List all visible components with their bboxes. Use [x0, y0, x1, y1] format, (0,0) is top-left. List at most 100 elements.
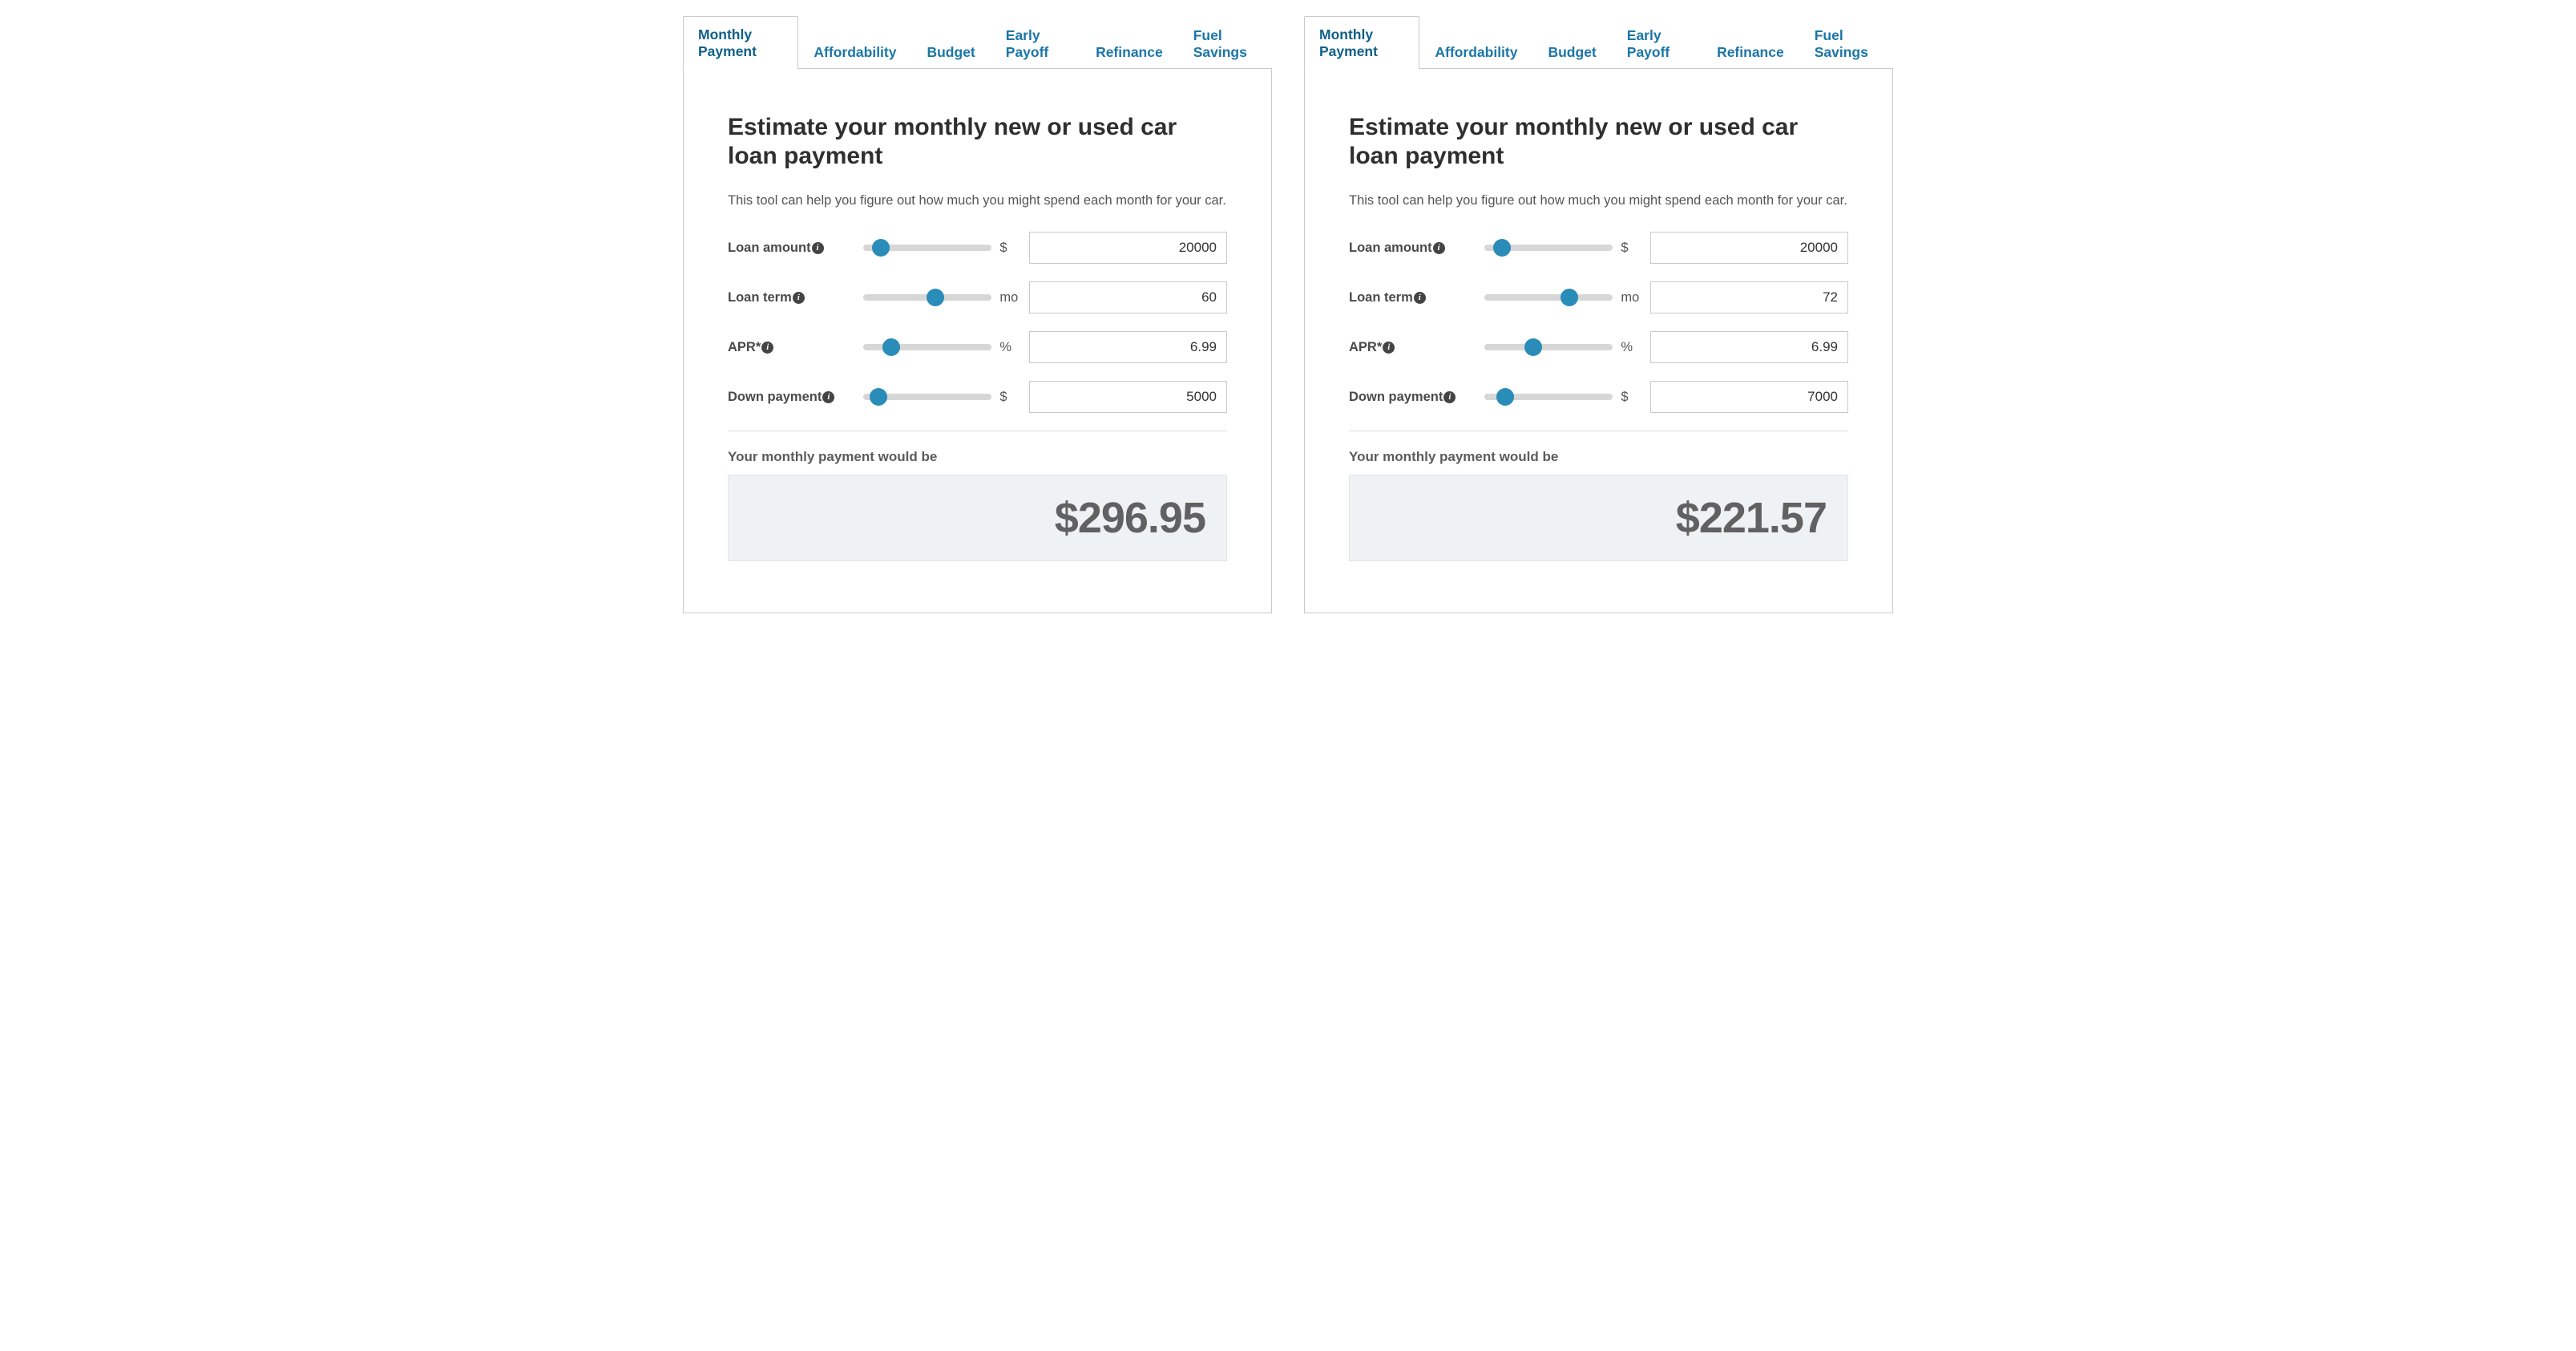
field-label-text: Loan amount: [728, 241, 811, 256]
page-title: Estimate your monthly new or used car lo…: [1349, 113, 1848, 171]
tab-monthly-payment[interactable]: Monthly Payment: [1304, 16, 1419, 69]
slider-thumb[interactable]: [870, 388, 887, 406]
calculator-panel: Monthly PaymentAffordabilityBudgetEarly …: [683, 16, 1272, 613]
slider-wrap: [863, 245, 995, 251]
field-label: Loan termi: [728, 290, 863, 305]
page-subtitle: This tool can help you figure out how mu…: [1349, 192, 1848, 209]
info-icon[interactable]: i: [793, 292, 805, 304]
slider-thumb[interactable]: [1561, 289, 1578, 306]
tab-budget[interactable]: Budget: [1532, 34, 1611, 69]
field-label-text: APR*: [728, 340, 761, 355]
slider-thumb[interactable]: [1493, 239, 1511, 257]
info-icon[interactable]: i: [822, 391, 834, 403]
calculator-panel: Monthly PaymentAffordabilityBudgetEarly …: [1304, 16, 1893, 613]
tab-refinance[interactable]: Refinance: [1080, 34, 1178, 69]
result-label: Your monthly payment would be: [1349, 449, 1848, 465]
info-icon[interactable]: i: [1414, 292, 1426, 304]
field-row: APR*i%: [728, 331, 1227, 363]
slider-thumb[interactable]: [872, 239, 890, 257]
info-icon[interactable]: i: [1433, 242, 1445, 254]
field-label-text: Down payment: [1349, 390, 1443, 405]
calculator-card: Estimate your monthly new or used car lo…: [1304, 68, 1893, 613]
slider-wrap: [863, 294, 995, 301]
field-row: Down paymenti $: [728, 381, 1227, 413]
tab-budget[interactable]: Budget: [911, 34, 990, 69]
result-value: $221.57: [1371, 493, 1827, 543]
tabs-bar: Monthly PaymentAffordabilityBudgetEarly …: [683, 16, 1272, 68]
field-label: APR*i: [1349, 340, 1484, 355]
tab-early-payoff[interactable]: Early Payoff: [991, 17, 1080, 69]
slider-wrap: [1484, 344, 1616, 350]
field-unit: $: [1616, 390, 1650, 405]
field-unit: mo: [1616, 290, 1650, 305]
slider-track[interactable]: [1484, 344, 1613, 350]
field-unit: $: [1616, 241, 1650, 256]
slider-track[interactable]: [1484, 394, 1613, 400]
field-label: Loan termi: [1349, 290, 1484, 305]
field-label: Loan amounti: [728, 241, 863, 256]
field-unit: %: [1616, 340, 1650, 355]
field-label: Down paymenti: [1349, 390, 1484, 405]
field-unit: $: [995, 241, 1029, 256]
field-label-text: Loan amount: [1349, 241, 1432, 256]
field-label: Down paymenti: [728, 390, 863, 405]
page-subtitle: This tool can help you figure out how mu…: [728, 192, 1227, 209]
calculator-card: Estimate your monthly new or used car lo…: [683, 68, 1272, 613]
page-title: Estimate your monthly new or used car lo…: [728, 113, 1227, 171]
field-input[interactable]: [1650, 381, 1848, 413]
result-box: $221.57: [1349, 475, 1848, 561]
slider-thumb[interactable]: [882, 338, 900, 356]
field-label: Loan amounti: [1349, 241, 1484, 256]
tab-monthly-payment[interactable]: Monthly Payment: [683, 16, 798, 69]
slider-track[interactable]: [863, 294, 991, 301]
field-row: Down paymenti $: [1349, 381, 1848, 413]
tab-refinance[interactable]: Refinance: [1702, 34, 1799, 69]
field-label-text: Loan term: [1349, 290, 1413, 305]
slider-wrap: [1484, 294, 1616, 301]
field-label-text: Loan term: [728, 290, 792, 305]
tab-fuel-savings[interactable]: Fuel Savings: [1178, 17, 1272, 69]
field-input[interactable]: [1029, 281, 1227, 313]
slider-wrap: [863, 344, 995, 350]
info-icon[interactable]: i: [1383, 342, 1395, 354]
slider-track[interactable]: [863, 245, 991, 251]
slider-track[interactable]: [863, 344, 991, 350]
field-label-text: APR*: [1349, 340, 1382, 355]
slider-track[interactable]: [1484, 245, 1613, 251]
field-label-text: Down payment: [728, 390, 822, 405]
field-row: Loan termi mo: [1349, 281, 1848, 313]
slider-wrap: [863, 394, 995, 400]
field-input[interactable]: [1650, 331, 1848, 363]
field-unit: %: [995, 340, 1029, 355]
result-label: Your monthly payment would be: [728, 449, 1227, 465]
field-unit: $: [995, 390, 1029, 405]
field-row: Loan amounti $: [728, 232, 1227, 264]
field-row: Loan amounti $: [1349, 232, 1848, 264]
tab-early-payoff[interactable]: Early Payoff: [1612, 17, 1702, 69]
slider-track[interactable]: [1484, 294, 1613, 301]
tabs-bar: Monthly PaymentAffordabilityBudgetEarly …: [1304, 16, 1893, 68]
field-input[interactable]: [1029, 331, 1227, 363]
result-box: $296.95: [728, 475, 1227, 561]
slider-track[interactable]: [863, 394, 991, 400]
slider-thumb[interactable]: [1524, 338, 1542, 356]
field-label: APR*i: [728, 340, 863, 355]
field-input[interactable]: [1650, 232, 1848, 264]
slider-wrap: [1484, 245, 1616, 251]
tab-fuel-savings[interactable]: Fuel Savings: [1799, 17, 1893, 69]
field-input[interactable]: [1029, 381, 1227, 413]
field-row: Loan termi mo: [728, 281, 1227, 313]
info-icon[interactable]: i: [812, 242, 824, 254]
field-input[interactable]: [1650, 281, 1848, 313]
tab-affordability[interactable]: Affordability: [798, 34, 911, 69]
field-unit: mo: [995, 290, 1029, 305]
info-icon[interactable]: i: [1443, 391, 1456, 403]
info-icon[interactable]: i: [761, 342, 773, 354]
slider-thumb[interactable]: [1496, 388, 1514, 406]
slider-wrap: [1484, 394, 1616, 400]
result-value: $296.95: [749, 493, 1205, 543]
tab-affordability[interactable]: Affordability: [1419, 34, 1532, 69]
field-input[interactable]: [1029, 232, 1227, 264]
slider-thumb[interactable]: [927, 289, 944, 306]
field-row: APR*i%: [1349, 331, 1848, 363]
